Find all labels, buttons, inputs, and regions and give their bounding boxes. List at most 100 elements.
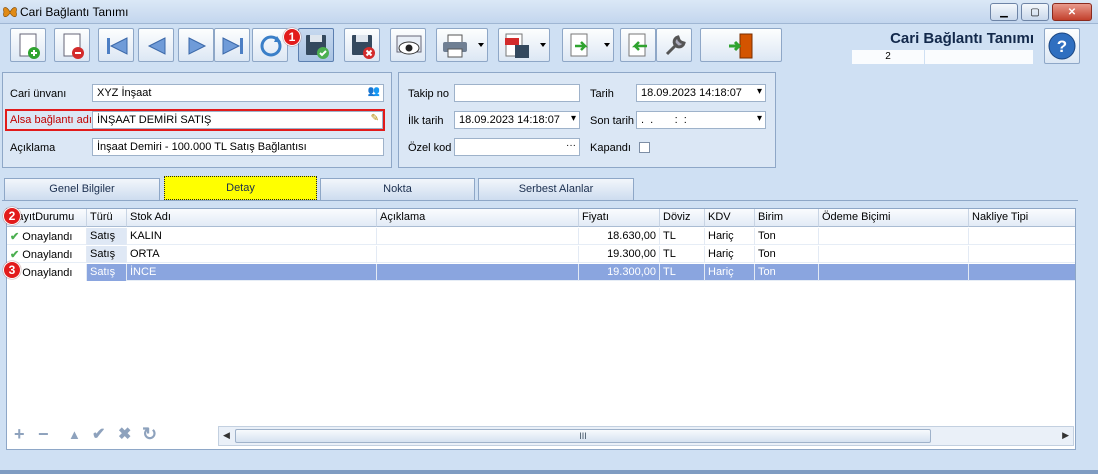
- previous-record-button[interactable]: [138, 28, 174, 62]
- move-up-icon[interactable]: ▲: [68, 427, 81, 442]
- printer-icon: [443, 34, 467, 58]
- last-record-button[interactable]: [214, 28, 250, 62]
- aciklama-field[interactable]: İnşaat Demiri - 100.000 TL Satış Bağlant…: [92, 138, 384, 156]
- maximize-button[interactable]: ▢: [1021, 3, 1049, 21]
- col-header-nakliye-tipi[interactable]: Nakliye Tipi: [969, 209, 1075, 227]
- cell-nakliye-tipi: [969, 246, 1075, 263]
- ilk-tarih-field[interactable]: 18.09.2023 14:18:07 ▾: [454, 111, 580, 129]
- previous-icon: [147, 37, 166, 55]
- cancel-icon[interactable]: ✖: [118, 424, 131, 444]
- alsa-baglanti-field[interactable]: İNŞAAT DEMİRİ SATIŞ ✎: [92, 111, 383, 129]
- title-bar: Cari Bağlantı Tanımı ▁ ▢ ✕: [0, 0, 1098, 24]
- scroll-left-arrow[interactable]: ◀: [223, 430, 230, 441]
- durum-value: Onaylandı: [22, 267, 73, 279]
- col-header-doviz[interactable]: Döviz: [660, 209, 705, 227]
- pencil-icon[interactable]: ✎: [371, 113, 379, 124]
- cell-birim: Ton: [755, 246, 819, 263]
- tab-genel-bilgiler[interactable]: Genel Bilgiler: [4, 178, 160, 200]
- last-icon: [222, 37, 243, 55]
- cell-turu: Satış: [87, 246, 127, 263]
- cari-unvani-field[interactable]: XYZ İnşaat 👥: [92, 84, 384, 102]
- cell-odeme-bicimi: [819, 228, 969, 245]
- right-edge: [1080, 68, 1098, 474]
- preview-button[interactable]: [390, 28, 426, 62]
- remove-row-icon[interactable]: −: [38, 424, 49, 445]
- tarih-field[interactable]: 18.09.2023 14:18:07 ▾: [636, 84, 766, 102]
- save-button[interactable]: [298, 28, 334, 62]
- step-badge-2: 2: [3, 207, 21, 225]
- add-document-icon: [19, 33, 40, 59]
- table-row[interactable]: ✔ Onaylandı Satış ORTA 19.300,00 TL Hari…: [7, 246, 1075, 263]
- check-icon: ✔: [10, 231, 20, 243]
- son-tarih-field[interactable]: . . : : ▾: [636, 111, 766, 129]
- cell-kayit-durumu: ✔ Onaylandı: [7, 246, 87, 263]
- wrench-icon: [665, 35, 686, 56]
- help-button[interactable]: ?: [1044, 28, 1080, 64]
- ilk-tarih-value: 18.09.2023 14:18:07: [459, 114, 560, 126]
- takip-no-field[interactable]: [454, 84, 580, 102]
- cell-turu: Satış: [87, 228, 127, 245]
- people-icon[interactable]: 👥: [368, 86, 380, 97]
- ellipsis-button[interactable]: ···: [566, 140, 576, 151]
- col-header-stok-adi[interactable]: Stok Adı: [127, 209, 377, 227]
- cell-aciklama: [377, 264, 579, 281]
- delete-record-button[interactable]: [54, 28, 90, 62]
- cell-nakliye-tipi: [969, 264, 1075, 281]
- col-header-kdv[interactable]: KDV: [705, 209, 755, 227]
- transfer-button[interactable]: [562, 28, 614, 62]
- cell-kdv: Hariç: [705, 228, 755, 245]
- chevron-down-icon[interactable]: ▾: [571, 113, 576, 124]
- table-row-selected[interactable]: ✔ Onaylandı Satış İNCE 19.300,00 TL Hari…: [7, 264, 1075, 281]
- close-button[interactable]: ✕: [1052, 3, 1092, 21]
- son-tarih-value: . . : :: [641, 114, 687, 126]
- horizontal-scrollbar[interactable]: ◀ III ▶: [218, 426, 1074, 446]
- cell-odeme-bicimi: [819, 246, 969, 263]
- scroll-thumb[interactable]: III: [235, 429, 931, 443]
- add-row-icon[interactable]: +: [14, 424, 25, 445]
- col-header-turu[interactable]: Türü: [87, 209, 127, 227]
- export-pdf-button[interactable]: [498, 28, 550, 62]
- aciklama-label: Açıklama: [10, 142, 56, 154]
- tab-serbest-alanlar[interactable]: Serbest Alanlar: [478, 178, 634, 200]
- chevron-down-icon[interactable]: ▾: [757, 86, 762, 97]
- print-button[interactable]: [436, 28, 488, 62]
- kapandi-checkbox[interactable]: [639, 142, 650, 153]
- cell-odeme-bicimi: [819, 264, 969, 281]
- butterfly-icon: [3, 7, 17, 17]
- cell-kayit-durumu: ✔ Onaylandı: [7, 228, 87, 245]
- import-button[interactable]: [620, 28, 656, 62]
- cell-doviz: TL: [660, 228, 705, 245]
- post-icon[interactable]: ✔: [92, 424, 105, 444]
- pdf-icon: [505, 33, 529, 58]
- cell-stok-adi: ORTA: [127, 246, 377, 263]
- chevron-down-icon: [604, 43, 610, 47]
- cell-aciklama: [377, 228, 579, 245]
- col-header-aciklama[interactable]: Açıklama: [377, 209, 579, 227]
- first-record-button[interactable]: [98, 28, 134, 62]
- cari-unvani-label: Cari ünvanı: [10, 88, 67, 100]
- refresh-grid-icon[interactable]: ↻: [142, 424, 157, 445]
- next-record-button[interactable]: [178, 28, 214, 62]
- tarih-label: Tarih: [590, 88, 614, 100]
- table-row[interactable]: ✔ Onaylandı Satış KALIN 18.630,00 TL Har…: [7, 228, 1075, 245]
- scroll-right-arrow[interactable]: ▶: [1062, 430, 1069, 441]
- cell-birim: Ton: [755, 228, 819, 245]
- minimize-button[interactable]: ▁: [990, 3, 1018, 21]
- col-header-birim[interactable]: Birim: [755, 209, 819, 227]
- settings-button[interactable]: [656, 28, 692, 62]
- new-record-button[interactable]: [10, 28, 46, 62]
- ozel-kod-label: Özel kod: [408, 142, 452, 154]
- grid-navigator: + − ▲ ✔ ✖ ↻: [6, 424, 216, 448]
- col-header-odeme-bicimi[interactable]: Ödeme Biçimi: [819, 209, 969, 227]
- window-title: Cari Bağlantı Tanımı: [20, 5, 129, 19]
- tab-nokta[interactable]: Nokta: [320, 178, 475, 200]
- chevron-down-icon[interactable]: ▾: [757, 113, 762, 124]
- help-icon: ?: [1048, 32, 1076, 60]
- document-transfer-icon: [570, 33, 589, 57]
- discard-button[interactable]: [344, 28, 380, 62]
- ozel-kod-field[interactable]: ···: [454, 138, 580, 156]
- col-header-fiyati[interactable]: Fiyatı: [579, 209, 660, 227]
- exit-button[interactable]: [700, 28, 782, 62]
- tab-detay[interactable]: Detay: [164, 176, 317, 200]
- detail-grid[interactable]: KayıtDurumu Türü Stok Adı Açıklama Fiyat…: [6, 208, 1076, 450]
